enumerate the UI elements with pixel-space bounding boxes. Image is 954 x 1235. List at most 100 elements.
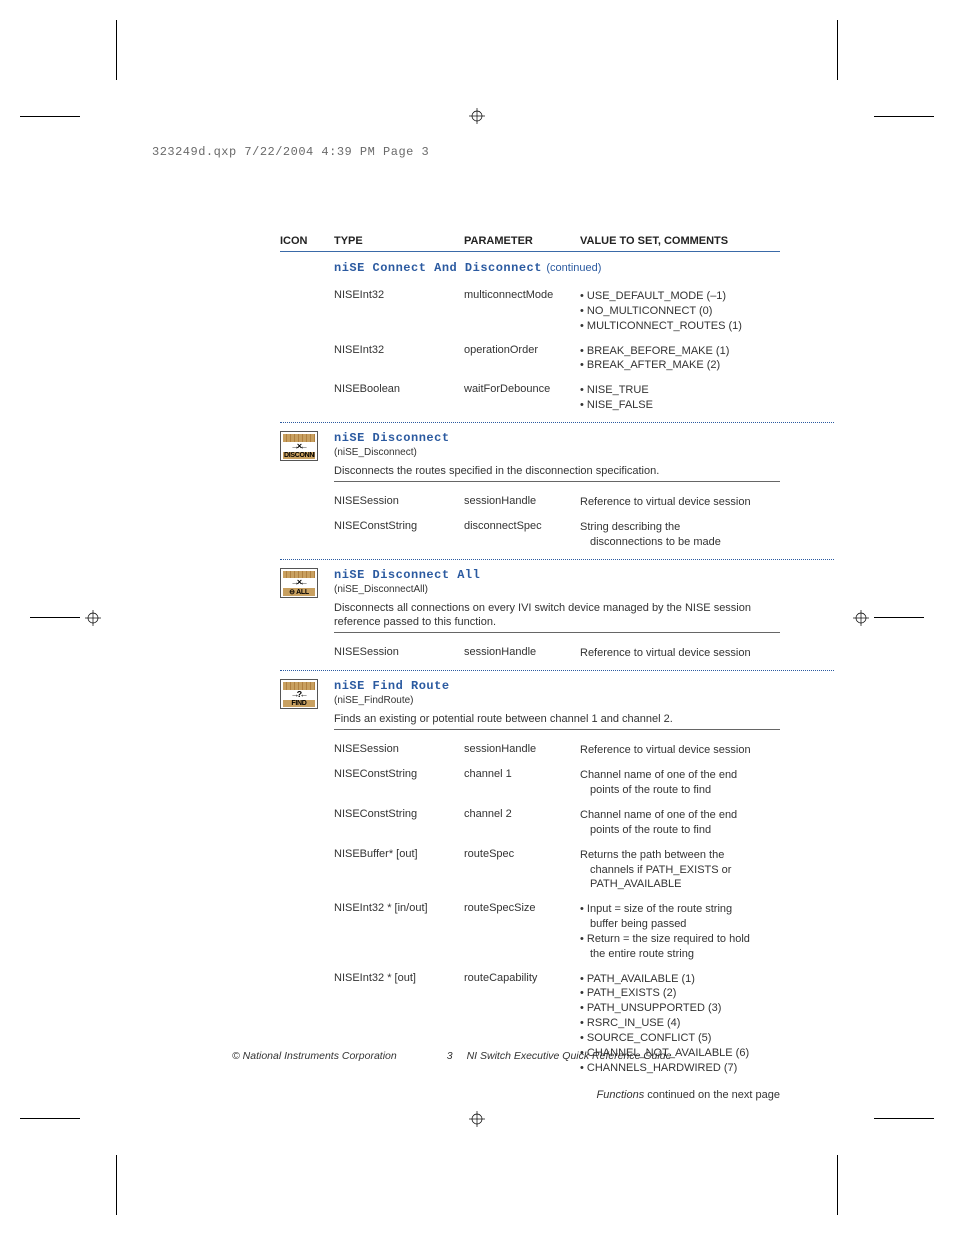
vi-icon: →×← ⊖ ALL bbox=[280, 568, 318, 598]
text: continued on the next page bbox=[644, 1089, 780, 1101]
vi-icon-symbol: →×← bbox=[292, 442, 305, 452]
vi-icon: →?← FIND bbox=[280, 679, 318, 709]
cell-type: NISEInt32 bbox=[334, 289, 464, 334]
text: points of the route to find bbox=[580, 823, 780, 838]
cell-value: Channel name of one of the end points of… bbox=[580, 808, 780, 838]
text: PATH_AVAILABLE bbox=[580, 877, 780, 892]
text: String describing the bbox=[580, 521, 680, 533]
cell-type: NISESession bbox=[334, 495, 464, 510]
cell-type: NISEInt32 bbox=[334, 344, 464, 374]
text-italic: Functions bbox=[597, 1089, 645, 1101]
crop-mark bbox=[116, 1155, 117, 1215]
vi-icon-label: DISCONNECT bbox=[283, 452, 315, 459]
bullet: NISE_FALSE bbox=[580, 399, 653, 411]
crop-mark bbox=[874, 116, 934, 117]
dotted-rule bbox=[280, 670, 834, 671]
registration-mark-icon bbox=[853, 610, 869, 626]
crop-mark bbox=[20, 1118, 80, 1119]
c-function-name: (niSE_FindRoute) bbox=[334, 695, 780, 706]
text: Channel name of one of the end bbox=[580, 769, 737, 781]
table-row: NISEBoolean waitForDebounce NISE_TRUE NI… bbox=[334, 378, 780, 418]
col-value: VALUE TO SET, COMMENTS bbox=[580, 235, 780, 247]
col-param: PARAMETER bbox=[464, 235, 580, 247]
cell-type: NISESession bbox=[334, 646, 464, 661]
cell-type: NISEConstString bbox=[334, 520, 464, 550]
dotted-rule bbox=[280, 559, 834, 560]
bullet: PATH_UNSUPPORTED (3) bbox=[580, 1002, 721, 1014]
table-row: NISEConstString channel 1 Channel name o… bbox=[334, 763, 780, 803]
vi-icon: →×← DISCONNECT bbox=[280, 431, 318, 461]
cell-value: Input = size of the route string buffer … bbox=[580, 902, 780, 961]
cell-param: routeSpecSize bbox=[464, 902, 580, 961]
c-function-name: (niSE_DisconnectAll) bbox=[334, 584, 780, 595]
table-row: NISEInt32 * [out] routeCapability PATH_A… bbox=[334, 967, 780, 1081]
cell-param: disconnectSpec bbox=[464, 520, 580, 550]
cell-value: NISE_TRUE NISE_FALSE bbox=[580, 383, 780, 413]
cell-type: NISEBoolean bbox=[334, 383, 464, 413]
cell-value: Channel name of one of the end points of… bbox=[580, 768, 780, 798]
dotted-rule bbox=[280, 422, 834, 423]
section-desc: Disconnects all connections on every IVI… bbox=[334, 601, 780, 630]
thin-rule bbox=[334, 632, 780, 633]
crop-mark bbox=[30, 617, 80, 618]
bullet: USE_DEFAULT_MODE (–1) bbox=[580, 290, 726, 302]
bullet: BREAK_BEFORE_MAKE (1) bbox=[580, 345, 729, 357]
section-find-route: →?← FIND niSE Find Route (niSE_FindRoute… bbox=[280, 679, 780, 1100]
table-row: NISESession sessionHandle Reference to v… bbox=[334, 738, 780, 763]
registration-mark-icon bbox=[85, 610, 101, 626]
table-row: NISEInt32 multiconnectMode USE_DEFAULT_M… bbox=[334, 284, 780, 339]
continued-label: (continued) bbox=[546, 262, 601, 274]
section-desc: Finds an existing or potential route bet… bbox=[334, 712, 780, 726]
vi-icon-label: ⊖ ALL bbox=[283, 588, 315, 596]
cell-value: USE_DEFAULT_MODE (–1) NO_MULTICONNECT (0… bbox=[580, 289, 780, 334]
registration-mark-icon bbox=[469, 108, 485, 124]
page-footer: © National Instruments Corporation 3 NI … bbox=[232, 1050, 780, 1062]
c-function-name: (niSE_Disconnect) bbox=[334, 447, 780, 458]
thin-rule bbox=[334, 481, 780, 482]
cell-param: sessionHandle bbox=[464, 495, 580, 510]
cell-value: BREAK_BEFORE_MAKE (1) BREAK_AFTER_MAKE (… bbox=[580, 344, 780, 374]
section-title: niSE Find Route bbox=[334, 679, 780, 693]
vi-icon-symbol: →?← bbox=[292, 690, 305, 700]
cell-param: waitForDebounce bbox=[464, 383, 580, 413]
crop-mark bbox=[837, 20, 838, 80]
cell-param: sessionHandle bbox=[464, 743, 580, 758]
section-title: niSE Connect And Disconnect bbox=[334, 261, 542, 275]
text: points of the route to find bbox=[580, 783, 780, 798]
vi-icon-symbol: →×← bbox=[292, 578, 305, 588]
cell-value: String describing the disconnections to … bbox=[580, 520, 780, 550]
bullet: RSRC_IN_USE (4) bbox=[580, 1017, 680, 1029]
cell-type: NISEConstString bbox=[334, 768, 464, 798]
crop-mark bbox=[116, 20, 117, 80]
cell-param: multiconnectMode bbox=[464, 289, 580, 334]
table-row: NISEConstString disconnectSpec String de… bbox=[334, 515, 780, 555]
cell-param: sessionHandle bbox=[464, 646, 580, 661]
cell-type: NISESession bbox=[334, 743, 464, 758]
text: Returns the path between the bbox=[580, 849, 724, 861]
cell-type: NISEInt32 * [in/out] bbox=[334, 902, 464, 961]
bullet: CHANNELS_HARDWIRED (7) bbox=[580, 1062, 737, 1074]
print-slug: 323249d.qxp 7/22/2004 4:39 PM Page 3 bbox=[152, 145, 429, 159]
bullet: PATH_AVAILABLE (1) bbox=[580, 973, 695, 985]
section-disconnect-all: →×← ⊖ ALL niSE Disconnect All (niSE_Disc… bbox=[280, 568, 780, 671]
text: the entire route string bbox=[580, 947, 780, 962]
table-row: NISESession sessionHandle Reference to v… bbox=[334, 490, 780, 515]
bullet: Return = the size required to hold bbox=[580, 933, 750, 945]
page-content: ICON TYPE PARAMETER VALUE TO SET, COMMEN… bbox=[280, 235, 780, 1101]
text: channels if PATH_EXISTS or bbox=[580, 863, 780, 878]
cell-value: Returns the path between the channels if… bbox=[580, 848, 780, 893]
cell-type: NISEBuffer* [out] bbox=[334, 848, 464, 893]
table-row: NISEInt32 operationOrder BREAK_BEFORE_MA… bbox=[334, 339, 780, 379]
table-row: NISEBuffer* [out] routeSpec Returns the … bbox=[334, 843, 780, 898]
copyright: © National Instruments Corporation bbox=[232, 1050, 397, 1062]
bullet: SOURCE_CONFLICT (5) bbox=[580, 1032, 711, 1044]
bullet: NO_MULTICONNECT (0) bbox=[580, 305, 712, 317]
table-row: NISEInt32 * [in/out] routeSpecSize Input… bbox=[334, 897, 780, 966]
bullet: BREAK_AFTER_MAKE (2) bbox=[580, 359, 720, 371]
section-title: niSE Disconnect All bbox=[334, 568, 780, 582]
col-icon: ICON bbox=[280, 235, 334, 247]
section-title: niSE Disconnect bbox=[334, 431, 780, 445]
section-connect-and-disconnect: niSE Connect And Disconnect (continued) … bbox=[280, 258, 780, 423]
section-desc: Disconnects the routes specified in the … bbox=[334, 464, 780, 478]
doc-title: NI Switch Executive Quick Reference Guid… bbox=[467, 1050, 672, 1062]
